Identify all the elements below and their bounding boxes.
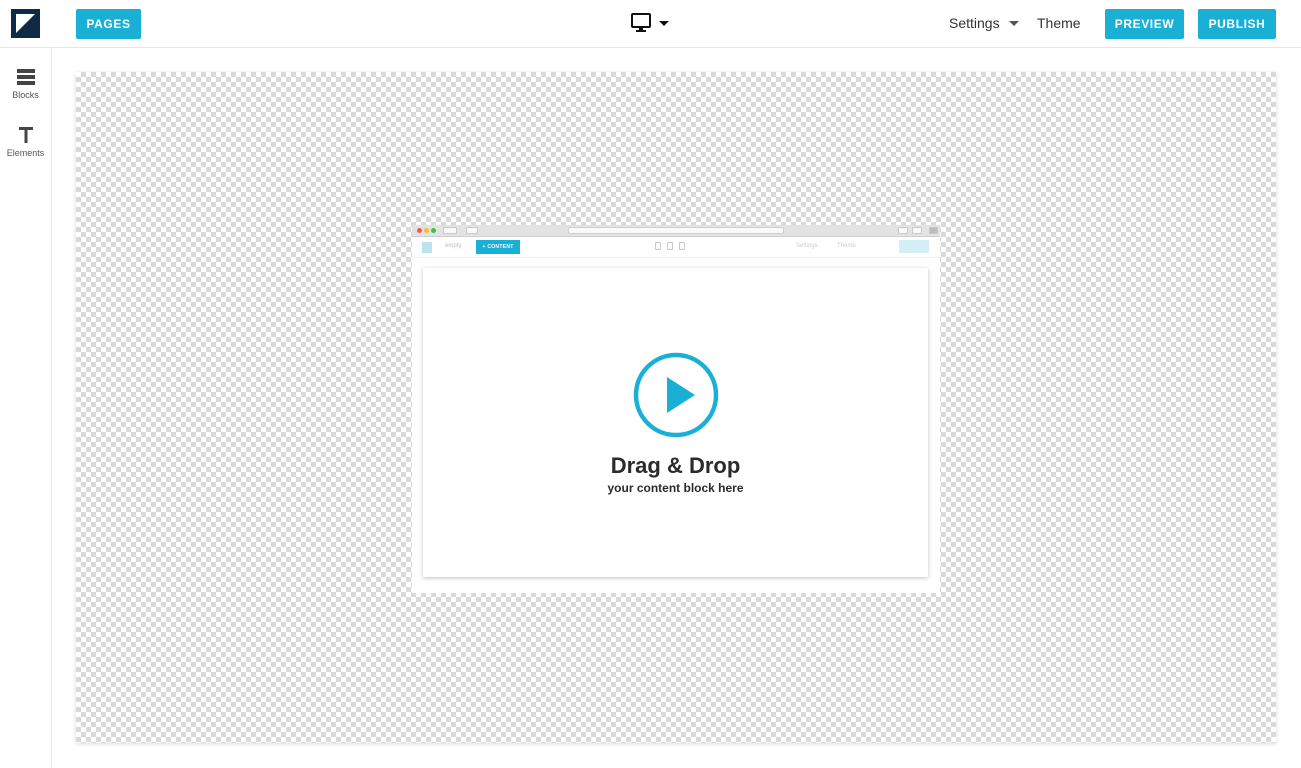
share-icon <box>898 227 908 234</box>
pages-button[interactable]: PAGES <box>76 9 141 39</box>
preview-button[interactable]: PREVIEW <box>1105 9 1184 39</box>
new-tab-icon <box>929 227 938 234</box>
text-t-icon <box>18 127 33 143</box>
mock-editor-toolbar: empty + CONTENT Settings Theme <box>412 237 940 258</box>
dropzone-card: Drag & Drop your content block here <box>423 268 928 577</box>
mini-tablet-icon <box>667 242 673 250</box>
sidebar-item-blocks[interactable]: Blocks <box>0 68 51 100</box>
theme-link[interactable]: Theme <box>1037 15 1081 31</box>
device-selector[interactable] <box>631 13 671 35</box>
sidebar-item-label: Blocks <box>12 90 39 100</box>
mini-publish-button <box>899 240 929 253</box>
publish-button[interactable]: PUBLISH <box>1198 9 1276 39</box>
sidebar-toggle-icon <box>466 227 478 234</box>
dropzone-subtitle: your content block here <box>607 481 744 495</box>
tabs-icon <box>912 227 922 234</box>
play-circle-icon <box>633 352 719 438</box>
top-toolbar: PAGES Settings Theme PREVIEW PUBLISH <box>0 0 1301 48</box>
back-forward-icon <box>443 227 457 234</box>
settings-label: Settings <box>949 15 1000 31</box>
sidebar-item-label: Elements <box>6 148 45 158</box>
window-close-dot-icon <box>417 228 422 233</box>
chevron-down-icon <box>1008 20 1019 26</box>
mini-content-button: + CONTENT <box>476 240 520 254</box>
left-sidebar: Blocks Elements <box>0 48 52 768</box>
dropzone-illustration[interactable]: empty + CONTENT Settings Theme Drag & Dr… <box>412 225 940 593</box>
address-bar <box>568 227 784 234</box>
mini-page-name: empty <box>445 243 462 249</box>
blocks-icon <box>16 69 35 85</box>
mini-desktop-icon <box>655 242 661 250</box>
settings-dropdown[interactable]: Settings <box>949 15 1019 31</box>
logo-icon <box>16 14 35 33</box>
mini-theme-label: Theme <box>837 243 856 249</box>
mini-logo-icon <box>422 242 432 253</box>
mock-browser-chrome <box>412 225 940 237</box>
mini-phone-icon <box>679 242 685 250</box>
app-logo[interactable] <box>11 9 40 38</box>
desktop-monitor-icon <box>631 13 669 32</box>
window-minimize-dot-icon <box>424 228 429 233</box>
mini-settings-label: Settings <box>796 243 818 249</box>
dropzone-title: Drag & Drop <box>610 453 741 478</box>
sidebar-item-elements[interactable]: Elements <box>0 126 51 158</box>
mini-device-icons <box>655 242 685 252</box>
window-maximize-dot-icon <box>431 228 436 233</box>
